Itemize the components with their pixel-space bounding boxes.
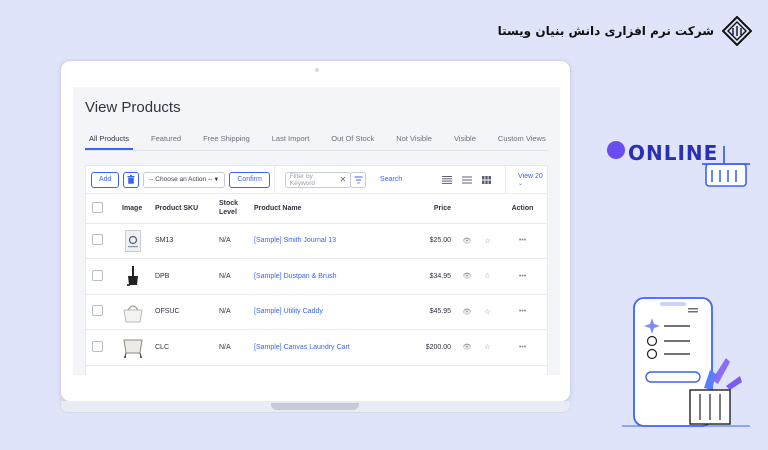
product-sku: SM13 [155, 223, 219, 259]
more-options-icon[interactable]: ••• [519, 273, 526, 280]
row-checkbox[interactable] [92, 340, 103, 352]
table-row: DPB N/A [Sample] Dustpan & Brush $34.95 … [86, 258, 547, 295]
action-select-value: -- Choose an Action -- [149, 176, 213, 183]
product-sku: CLC [155, 329, 219, 366]
more-options-icon[interactable]: ••• [519, 308, 526, 315]
product-price: $45.95 [404, 294, 457, 330]
tab-out-of-stock[interactable]: Out Of Stock [327, 131, 378, 150]
col-image: Image [122, 194, 155, 224]
product-thumbnail[interactable] [122, 300, 144, 324]
clear-icon[interactable]: ✕ [340, 175, 347, 184]
search-button[interactable]: Search [380, 176, 402, 183]
product-sku: DPB [155, 258, 219, 295]
eye-icon[interactable]: 👁 [463, 238, 472, 245]
view-count-label: View 20 [518, 172, 543, 180]
product-sku: OFSUC [155, 294, 219, 330]
stock-level: N/A [219, 223, 254, 259]
row-checkbox[interactable] [92, 305, 103, 317]
star-icon[interactable]: ☆ [484, 273, 490, 280]
page-title: View Products [85, 99, 181, 116]
stock-level: N/A [219, 258, 254, 295]
products-app: View Products All Products Featured Free… [73, 87, 560, 375]
tab-featured[interactable]: Featured [147, 131, 185, 150]
laptop-notch [271, 403, 359, 410]
list-view-icon[interactable] [442, 175, 453, 184]
company-name: شرکت نرم افزاری دانش بنیان ویستا [497, 24, 714, 38]
product-thumbnail[interactable] [122, 264, 144, 288]
more-options-icon[interactable]: ••• [519, 344, 526, 351]
product-name-link[interactable]: [Sample] Dustpan & Brush [254, 258, 404, 295]
tab-free-shipping[interactable]: Free Shipping [199, 131, 254, 150]
view-count-dropdown[interactable]: View 20 ⌄ [518, 173, 547, 187]
col-price[interactable]: Price [404, 194, 457, 224]
chevron-down-icon: ⌄ [518, 180, 524, 187]
keyword-filter-input[interactable]: Filter by Keyword ✕ [284, 171, 352, 188]
products-table: Image Product SKU Stock Level Product Na… [86, 194, 547, 366]
phone-shopping-illustration [622, 297, 750, 427]
table-row: CLC N/A [Sample] Canvas Laundry Cart $20… [86, 329, 547, 366]
products-panel: Add -- Choose an Action -- ▼ Confirm Fil… [85, 165, 548, 375]
grid-view-icon[interactable] [482, 175, 492, 184]
online-text-graphic: ONLINE [607, 141, 750, 187]
laptop-camera [315, 68, 319, 72]
product-thumbnail[interactable] [122, 335, 144, 359]
col-sku[interactable]: Product SKU [155, 194, 219, 224]
tab-visible[interactable]: Visible [450, 131, 480, 150]
view-tabs: All Products Featured Free Shipping Last… [85, 131, 548, 151]
online-text: ONLINE [628, 141, 718, 165]
delete-button[interactable] [123, 171, 140, 188]
col-stock[interactable]: Stock Level [219, 194, 254, 224]
col-action: Action [498, 194, 547, 224]
action-select[interactable]: -- Choose an Action -- ▼ [143, 171, 226, 188]
tab-custom-views[interactable]: Custom Views [494, 131, 550, 150]
trash-icon [127, 175, 135, 184]
stock-level: N/A [219, 294, 254, 330]
company-logo-icon [722, 16, 752, 46]
col-product-name[interactable]: Product Name [254, 194, 404, 224]
caddy-icon [123, 305, 143, 323]
product-thumbnail[interactable] [122, 229, 144, 253]
product-name-link[interactable]: [Sample] Smith Journal 13 [254, 223, 404, 259]
toolbar-divider [273, 165, 275, 194]
row-checkbox[interactable] [92, 269, 103, 281]
laundry-cart-icon [123, 339, 143, 359]
row-checkbox[interactable] [92, 234, 103, 246]
confirm-button[interactable]: Confirm [229, 171, 270, 188]
tab-all-products[interactable]: All Products [85, 131, 134, 150]
dustpan-icon [127, 266, 138, 287]
select-all-checkbox[interactable] [92, 201, 103, 213]
product-name-link[interactable]: [Sample] Canvas Laundry Cart [254, 329, 404, 366]
filter-button[interactable] [350, 171, 366, 188]
tab-last-import[interactable]: Last Import [268, 131, 314, 150]
company-brand: شرکت نرم افزاری دانش بنیان ویستا [498, 16, 752, 46]
eye-icon[interactable]: 👁 [463, 273, 472, 280]
view-mode-switcher [442, 175, 492, 184]
online-shopping-illustration: ONLINE [604, 136, 754, 198]
compact-list-icon[interactable] [462, 176, 473, 184]
table-header-row: Image Product SKU Stock Level Product Na… [86, 194, 547, 224]
star-icon[interactable]: ☆ [484, 238, 490, 245]
filter-icon [354, 176, 363, 183]
product-price: $200.00 [404, 329, 457, 366]
caret-down-icon: ▼ [213, 176, 220, 183]
toolbar: Add -- Choose an Action -- ▼ Confirm Fil… [86, 165, 547, 194]
more-options-icon[interactable]: ••• [519, 237, 526, 244]
product-price: $34.95 [404, 258, 457, 295]
product-name-link[interactable]: [Sample] Utility Caddy [254, 294, 404, 330]
add-button[interactable]: Add [91, 171, 120, 188]
eye-icon[interactable]: 👁 [463, 344, 472, 351]
eye-icon[interactable]: 👁 [463, 309, 472, 316]
laptop-screen: View Products All Products Featured Free… [60, 60, 571, 402]
star-icon[interactable]: ☆ [484, 309, 490, 316]
table-row: OFSUC N/A [Sample] Utility Caddy $45.95 … [86, 294, 547, 330]
table-row: SM13 N/A [Sample] Smith Journal 13 $25.0… [86, 223, 547, 259]
toolbar-divider-2 [505, 165, 507, 194]
tab-not-visible[interactable]: Not Visible [392, 131, 436, 150]
journal-icon [125, 229, 141, 252]
filter-placeholder: Filter by Keyword [289, 172, 316, 187]
product-price: $25.00 [404, 223, 457, 259]
stock-level: N/A [219, 329, 254, 366]
star-icon[interactable]: ☆ [484, 344, 490, 351]
